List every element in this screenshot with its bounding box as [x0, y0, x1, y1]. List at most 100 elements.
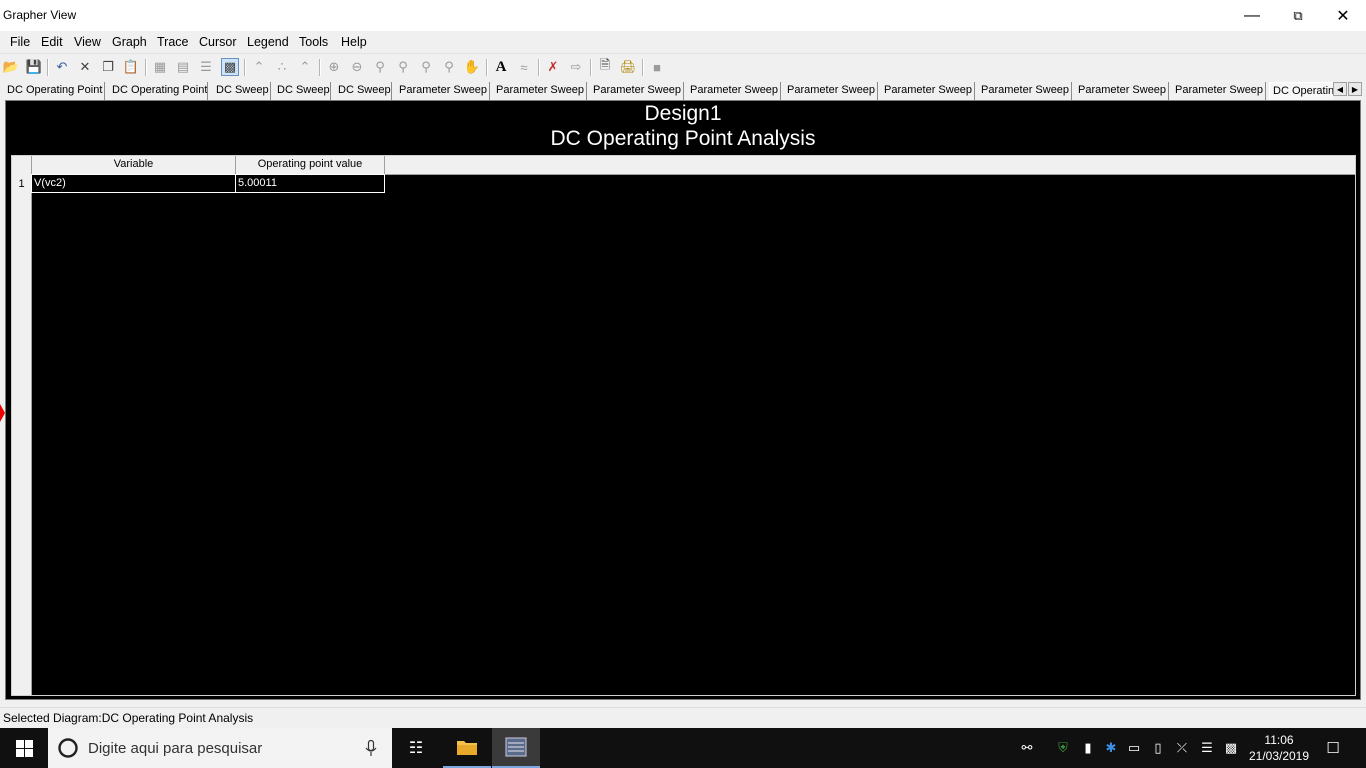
title-bar: Grapher View — ⧉ ✕ — [0, 0, 1366, 31]
cortana-icon — [58, 738, 78, 758]
menu-graph[interactable]: Graph — [112, 35, 147, 49]
toolbar-separator — [145, 59, 147, 76]
status-text: Selected Diagram:DC Operating Point Anal… — [3, 711, 254, 725]
tab-scroll-left-button[interactable]: ◀ — [1333, 82, 1347, 96]
overlay-icon[interactable]: ▩ — [221, 58, 239, 76]
paste-icon[interactable]: 📋 — [122, 58, 140, 76]
toolbar-separator — [47, 59, 49, 76]
table-icon[interactable]: ▤ — [174, 58, 192, 76]
arrow-right-icon: ▶ — [1351, 84, 1359, 94]
pan-hand-icon[interactable]: ✋ — [463, 58, 481, 76]
tab-parameter-sweep-4[interactable]: Parameter Sweep — [687, 82, 781, 100]
window-title: Grapher View — [3, 8, 77, 22]
battery-icon[interactable]: ▯ — [1148, 728, 1168, 768]
cursor-export-icon[interactable]: ⇨ — [567, 58, 585, 76]
tab-parameter-sweep-9[interactable]: Parameter Sweep — [1172, 82, 1266, 100]
toolbar-separator — [244, 59, 246, 76]
defender-shield-icon[interactable]: ⛨ — [1052, 728, 1074, 768]
tab-parameter-sweep-1[interactable]: Parameter Sweep — [396, 82, 490, 100]
save-icon[interactable]: 💾 — [25, 58, 43, 76]
file-explorer-button[interactable] — [443, 728, 491, 768]
trace-points-icon[interactable]: ∴ — [273, 58, 291, 76]
close-button[interactable]: ✕ — [1320, 0, 1366, 31]
tab-parameter-sweep-8[interactable]: Parameter Sweep — [1075, 82, 1169, 100]
cell-variable[interactable]: V(vc2) — [31, 174, 236, 193]
column-header-variable[interactable]: Variable — [31, 156, 236, 174]
tab-parameter-sweep-6[interactable]: Parameter Sweep — [881, 82, 975, 100]
tab-dc-sweep-3[interactable]: DC Sweep — [335, 82, 392, 100]
tab-dc-operating-point-1[interactable]: DC Operating Point — [4, 82, 105, 100]
taskbar-clock[interactable]: 11:06 21/03/2019 — [1240, 732, 1318, 764]
zoom-fit-icon[interactable]: ⚲ — [440, 58, 458, 76]
toolbar-separator — [538, 59, 540, 76]
tab-dc-operating-point-2[interactable]: DC Operating Point — [109, 82, 208, 100]
menu-file[interactable]: File — [10, 35, 30, 49]
cursor-traces-icon[interactable]: ✗ — [544, 58, 562, 76]
bluetooth-icon[interactable]: ✱ — [1101, 728, 1121, 768]
tab-parameter-sweep-2[interactable]: Parameter Sweep — [493, 82, 587, 100]
volume-muted-icon[interactable]: ⤫ — [1172, 728, 1192, 768]
row-header-column — [12, 156, 32, 695]
search-placeholder: Digite aqui para pesquisar — [88, 740, 263, 757]
tab-parameter-sweep-7[interactable]: Parameter Sweep — [978, 82, 1072, 100]
wifi-icon[interactable]: ☰ — [1197, 728, 1217, 768]
red-marker — [0, 404, 5, 422]
label-icon[interactable]: ≈ — [515, 58, 533, 76]
tab-dc-operating-point-active[interactable]: DC Operatin — [1269, 82, 1333, 100]
copy-icon[interactable]: ❐ — [99, 58, 117, 76]
restore-button[interactable]: ⧉ — [1275, 0, 1321, 31]
menu-trace[interactable]: Trace — [157, 35, 189, 49]
menu-cursor[interactable]: Cursor — [199, 35, 237, 49]
notifications-icon[interactable]: ☐ — [1320, 728, 1346, 768]
toolbar-separator — [590, 59, 592, 76]
minimize-button[interactable]: — — [1229, 0, 1275, 31]
status-bar: Selected Diagram:DC Operating Point Anal… — [0, 707, 1366, 728]
zoom-x-icon[interactable]: ⚲ — [394, 58, 412, 76]
print-preview-icon[interactable]: 🗎 — [596, 57, 614, 76]
zoom-out-icon[interactable]: ⊖ — [348, 58, 366, 76]
menu-help[interactable]: Help — [341, 35, 367, 49]
graph-subtitle: DC Operating Point Analysis — [550, 127, 816, 150]
open-icon[interactable]: 📂 — [2, 58, 20, 76]
text-tool-icon[interactable]: A — [492, 58, 510, 76]
results-grid[interactable]: Variable Operating point value 1 V(vc2) … — [11, 155, 1356, 696]
minimize-icon: — — [1244, 6, 1260, 24]
print-icon[interactable]: 🖨 — [619, 58, 637, 76]
tab-parameter-sweep-5[interactable]: Parameter Sweep — [784, 82, 878, 100]
chart-icon[interactable]: ☰ — [197, 58, 215, 76]
grapher-app-button[interactable] — [492, 728, 540, 768]
cell-value[interactable]: 5.00011 — [235, 174, 385, 193]
tab-dc-sweep-1[interactable]: DC Sweep — [213, 82, 271, 100]
grid-icon[interactable]: ▦ — [151, 58, 169, 76]
graph-view[interactable]: Design1 DC Operating Point Analysis Vari… — [5, 100, 1361, 700]
language-icon[interactable]: ▩ — [1221, 728, 1241, 768]
task-view-button[interactable]: ☷ — [392, 728, 440, 768]
tab-scroll-right-button[interactable]: ▶ — [1348, 82, 1362, 96]
zoom-in-icon[interactable]: ⊕ — [325, 58, 343, 76]
trace-peak-icon[interactable]: ⌃ — [250, 58, 268, 76]
usb-device-icon[interactable]: ▮ — [1078, 728, 1098, 768]
column-header-value[interactable]: Operating point value — [235, 156, 385, 174]
microphone-icon[interactable] — [365, 740, 377, 757]
clock-time: 11:06 — [1264, 733, 1294, 747]
cut-icon[interactable]: ✕ — [76, 58, 94, 76]
undo-icon[interactable]: ↶ — [53, 58, 71, 76]
diagram-tabs: DC Operating Point DC Operating Point DC… — [0, 80, 1366, 100]
row-number[interactable]: 1 — [12, 175, 31, 193]
menu-edit[interactable]: Edit — [41, 35, 63, 49]
menu-legend[interactable]: Legend — [247, 35, 289, 49]
display-icon[interactable]: ▭ — [1124, 728, 1144, 768]
tab-parameter-sweep-3[interactable]: Parameter Sweep — [590, 82, 684, 100]
people-icon[interactable]: ⚯ — [1016, 728, 1038, 768]
clock-date: 21/03/2019 — [1248, 749, 1310, 763]
start-button[interactable] — [0, 728, 48, 768]
menu-view[interactable]: View — [74, 35, 101, 49]
zoom-y-icon[interactable]: ⚲ — [417, 58, 435, 76]
tab-dc-sweep-2[interactable]: DC Sweep — [274, 82, 331, 100]
menu-tools[interactable]: Tools — [299, 35, 328, 49]
stop-icon[interactable]: ■ — [648, 58, 666, 76]
menu-bar: File Edit View Graph Trace Cursor Legend… — [0, 31, 1366, 54]
trace-valley-icon[interactable]: ⌃ — [296, 58, 314, 76]
zoom-area-icon[interactable]: ⚲ — [371, 58, 389, 76]
taskbar-search[interactable]: Digite aqui para pesquisar — [48, 728, 392, 768]
